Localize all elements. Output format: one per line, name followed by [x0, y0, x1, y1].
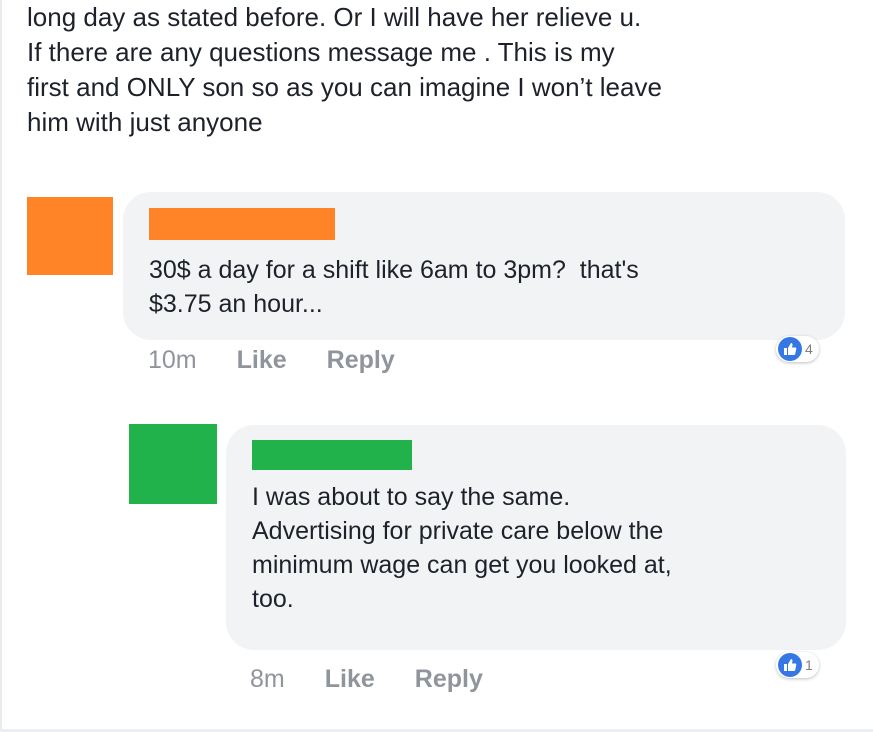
commenter-name-redacted[interactable] — [252, 440, 412, 470]
left-border — [0, 0, 2, 732]
comment-timestamp[interactable]: 8m — [250, 665, 285, 694]
comment-text: I was about to say the same. Advertising… — [252, 483, 672, 613]
avatar[interactable] — [27, 197, 113, 275]
reply-button[interactable]: Reply — [327, 346, 395, 375]
thumbs-up-icon — [778, 653, 802, 677]
comment-actions: 10m Like Reply — [148, 346, 435, 375]
commenter-name-redacted[interactable] — [149, 208, 335, 240]
like-button[interactable]: Like — [325, 665, 375, 694]
like-button[interactable]: Like — [237, 346, 287, 375]
thumbs-up-icon — [778, 337, 802, 361]
reaction-count-badge[interactable]: 4 — [776, 336, 819, 362]
reply-button[interactable]: Reply — [415, 665, 483, 694]
avatar[interactable] — [129, 424, 217, 504]
post-body-text: long day as stated before. Or I will hav… — [27, 2, 662, 137]
reaction-count: 4 — [805, 341, 813, 357]
comment-timestamp[interactable]: 10m — [148, 346, 197, 375]
reaction-count-badge[interactable]: 1 — [776, 652, 819, 678]
reaction-count: 1 — [805, 657, 813, 673]
comment-actions: 8m Like Reply — [250, 665, 523, 694]
comment-text: 30$ a day for a shift like 6am to 3pm? t… — [149, 256, 639, 318]
